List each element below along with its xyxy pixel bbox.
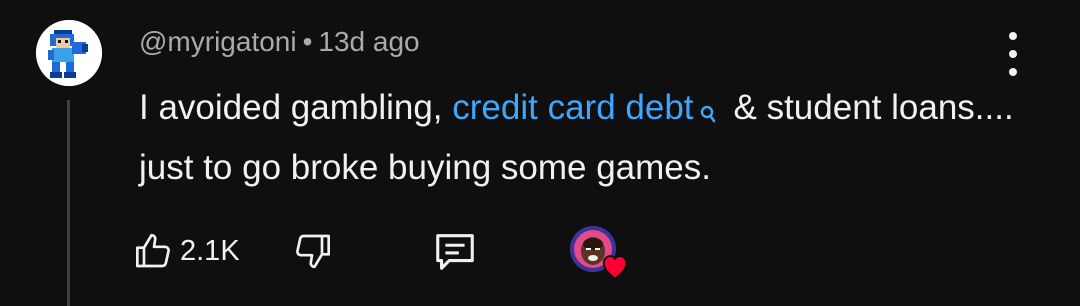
thumb-up-icon bbox=[136, 233, 170, 268]
comment-meta: @myrigatoni • 13d ago bbox=[139, 26, 420, 58]
dislike-button[interactable] bbox=[292, 224, 332, 278]
heart-icon bbox=[602, 255, 628, 280]
megaman-avatar-icon bbox=[36, 20, 102, 86]
search-icon[interactable] bbox=[700, 84, 716, 140]
thumb-down-icon bbox=[296, 234, 330, 269]
search-link[interactable]: credit card debt bbox=[452, 88, 693, 127]
like-button[interactable]: 2.1K bbox=[134, 224, 240, 278]
comment-age: 13d ago bbox=[318, 26, 420, 57]
more-dot bbox=[1009, 68, 1017, 76]
thread-line bbox=[67, 100, 70, 306]
more-options-button[interactable] bbox=[996, 32, 1030, 76]
reply-button[interactable] bbox=[432, 224, 478, 278]
comment-body: I avoided gambling, credit card debt & st… bbox=[139, 80, 1019, 196]
like-count: 2.1K bbox=[180, 234, 240, 267]
comment-thread: @myrigatoni • 13d ago I avoided gambling, … bbox=[0, 0, 1080, 306]
comment-icon bbox=[436, 234, 474, 270]
creator-heart-badge bbox=[570, 226, 634, 280]
more-dot bbox=[1009, 50, 1017, 58]
author-handle[interactable]: @myrigatoni bbox=[139, 26, 297, 57]
author-avatar[interactable] bbox=[36, 20, 102, 86]
comment-text-start: I avoided gambling, bbox=[139, 88, 453, 127]
more-vert-icon bbox=[1009, 32, 1017, 40]
meta-separator: • bbox=[302, 26, 313, 57]
